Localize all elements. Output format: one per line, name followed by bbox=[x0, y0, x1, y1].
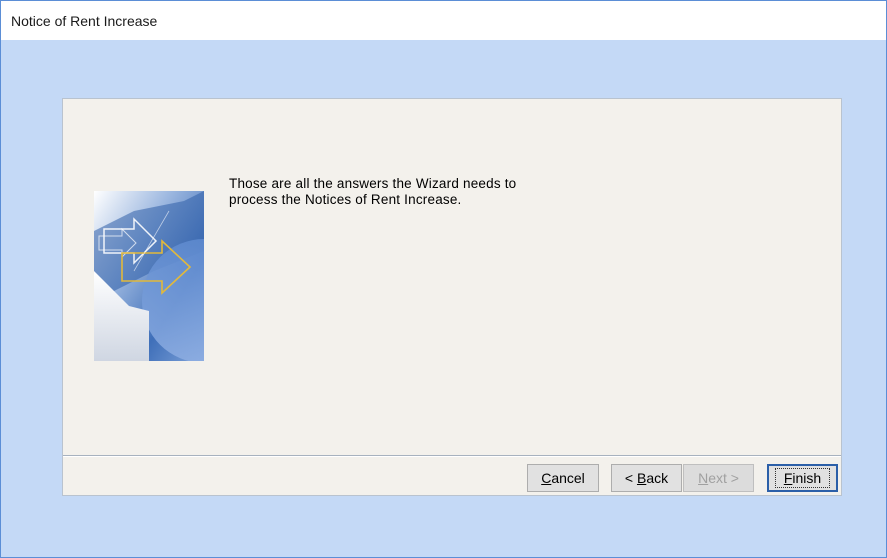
next-label: ext > bbox=[708, 470, 739, 486]
wizard-graphic bbox=[94, 191, 204, 361]
finish-button[interactable]: Finish bbox=[767, 464, 838, 492]
cancel-accelerator: C bbox=[541, 470, 552, 486]
wizard-dialog: Those are all the answers the Wizard nee… bbox=[62, 98, 842, 496]
finish-focus-rect: Finish bbox=[774, 468, 831, 488]
back-accelerator: B bbox=[636, 470, 647, 486]
back-button[interactable]: < Back bbox=[611, 464, 682, 492]
next-accelerator: N bbox=[698, 470, 709, 486]
next-button[interactable]: Next > bbox=[683, 464, 754, 492]
cancel-button[interactable]: Cancel bbox=[527, 464, 599, 492]
finish-accelerator: F bbox=[783, 470, 793, 486]
wizard-window: Notice of Rent Increase Those are all th… bbox=[0, 0, 887, 558]
wizard-message: Those are all the answers the Wizard nee… bbox=[229, 176, 649, 208]
message-line-1: Those are all the answers the Wizard nee… bbox=[229, 176, 517, 191]
window-title: Notice of Rent Increase bbox=[11, 13, 158, 29]
back-chevron: < bbox=[624, 470, 637, 486]
title-bar[interactable]: Notice of Rent Increase bbox=[1, 1, 886, 40]
button-separator bbox=[63, 455, 841, 457]
cancel-label: ancel bbox=[551, 470, 585, 486]
finish-label: inish bbox=[792, 470, 822, 486]
message-line-2: process the Notices of Rent Increase. bbox=[229, 192, 462, 207]
back-label: ack bbox=[646, 470, 669, 486]
